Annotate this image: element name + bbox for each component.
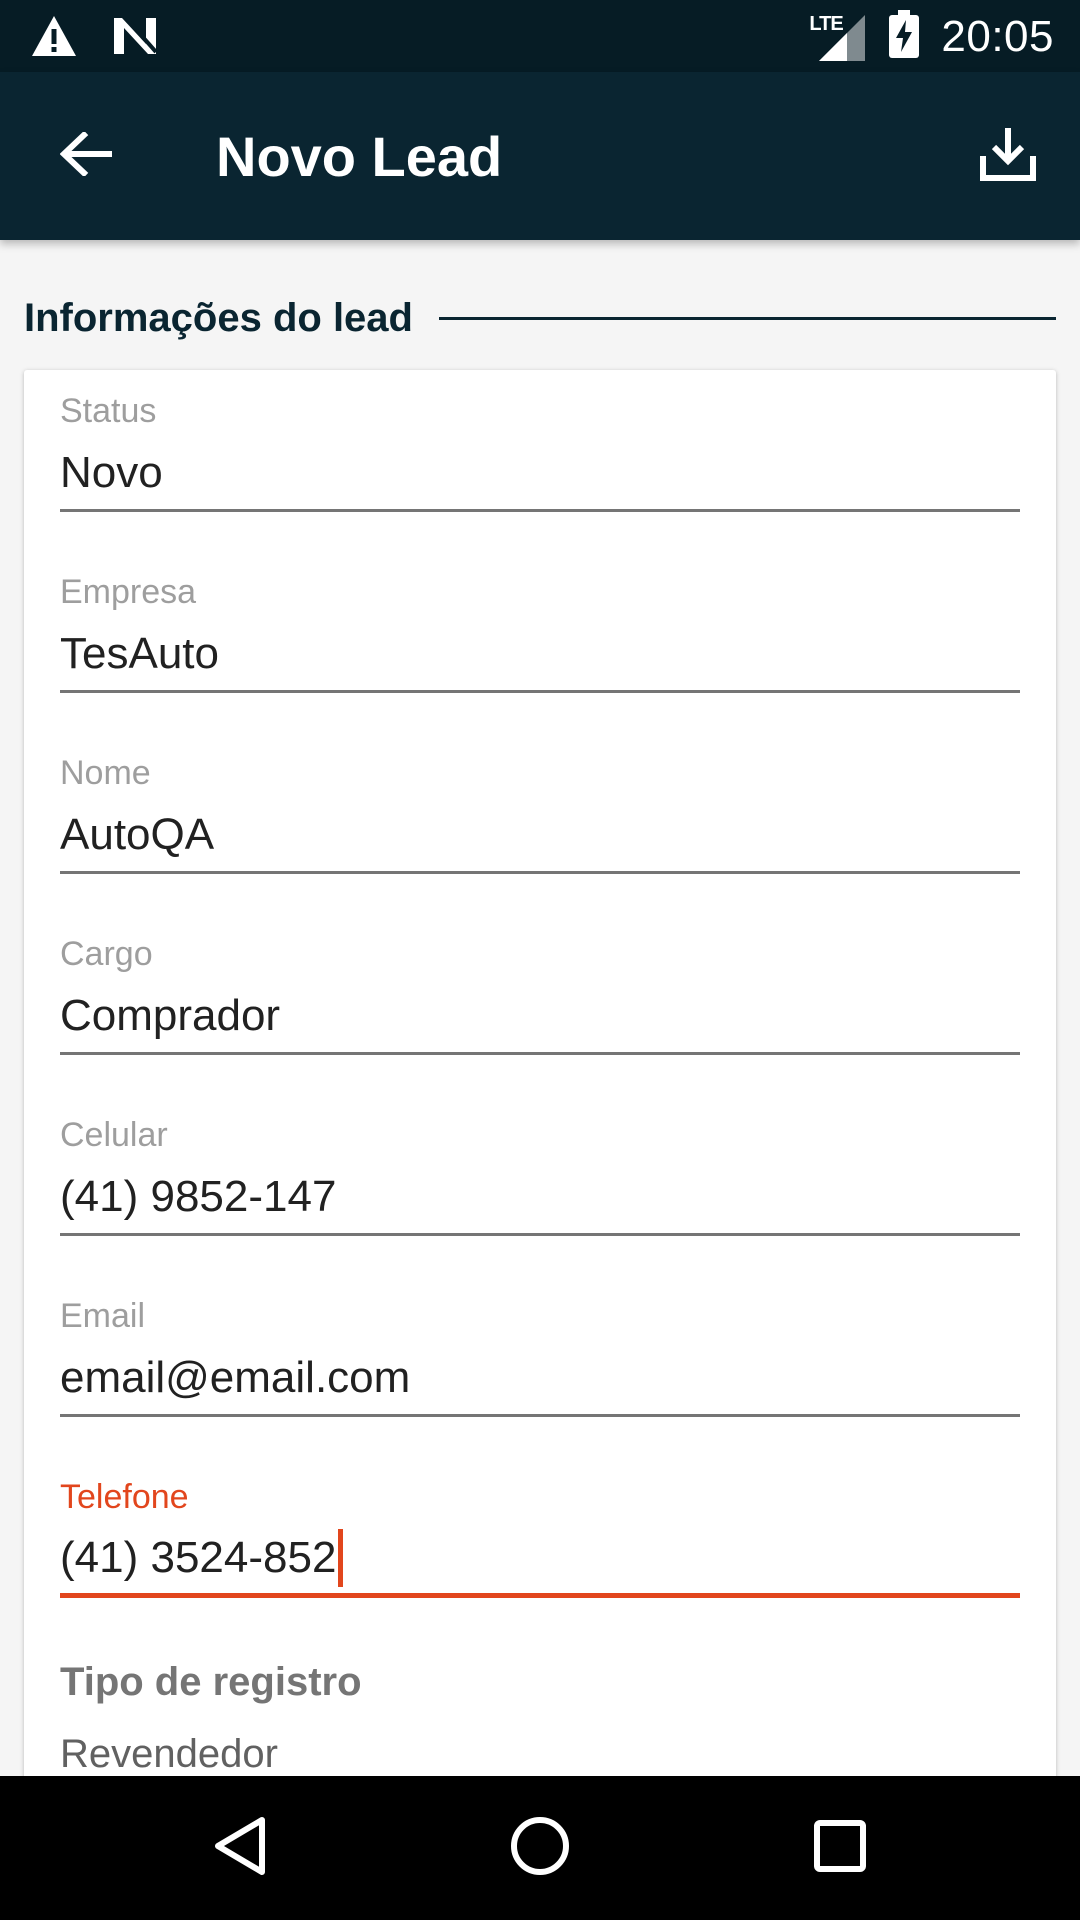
field-label: Nome [60, 754, 151, 792]
field-label: Celular [60, 1116, 168, 1154]
field-label: Cargo [60, 935, 153, 973]
arrow-left-icon [59, 130, 113, 181]
phone-input-text: (41) 3524-852 [60, 1532, 337, 1582]
name-field[interactable]: Nome AutoQA [60, 754, 1020, 874]
status-field[interactable]: Status Novo [60, 392, 1020, 512]
record-type-value[interactable]: Revendedor [60, 1732, 278, 1777]
save-button[interactable] [972, 120, 1044, 192]
home-circle-icon [510, 1816, 570, 1881]
record-type-label: Tipo de registro [60, 1660, 362, 1704]
mobile-input[interactable]: (41) 9852-147 [60, 1160, 1020, 1236]
text-cursor [338, 1528, 344, 1587]
page-title: Novo Lead [216, 125, 503, 188]
field-label: Status [60, 392, 157, 430]
phone-field[interactable]: Telefone (41) 3524-852 [60, 1478, 1020, 1598]
job-title-input[interactable]: Comprador [60, 979, 1020, 1055]
nav-home-button[interactable] [504, 1812, 576, 1884]
nav-recents-button[interactable] [804, 1812, 876, 1884]
email-field[interactable]: Email email@email.com [60, 1297, 1020, 1417]
back-button[interactable] [52, 122, 120, 190]
field-label: Email [60, 1297, 146, 1335]
warning-icon [30, 14, 78, 63]
company-field[interactable]: Empresa TesAuto [60, 573, 1020, 693]
mobile-field[interactable]: Celular (41) 9852-147 [60, 1116, 1020, 1236]
name-input[interactable]: AutoQA [60, 798, 1020, 874]
nav-back-button[interactable] [204, 1812, 276, 1884]
section-header: Informações do lead [24, 290, 1056, 346]
section-divider [438, 316, 1056, 320]
company-input[interactable]: TesAuto [60, 617, 1020, 693]
status-input[interactable]: Novo [60, 436, 1020, 512]
status-right: LTE 20:05 [809, 10, 1054, 63]
download-icon [979, 126, 1037, 187]
email-input[interactable]: email@email.com [60, 1341, 1020, 1417]
app-bar: Novo Lead [0, 72, 1080, 240]
section-title: Informações do lead [24, 295, 413, 340]
recents-square-icon [813, 1819, 867, 1878]
lte-signal-icon: LTE [809, 11, 867, 63]
field-label: Telefone [60, 1478, 189, 1516]
n-notification-icon [112, 16, 158, 61]
field-label: Empresa [60, 573, 197, 611]
clock: 20:05 [941, 11, 1054, 61]
job-title-field[interactable]: Cargo Comprador [60, 935, 1020, 1055]
navigation-bar [0, 1776, 1080, 1920]
phone-input[interactable]: (41) 3524-852 [60, 1522, 1020, 1598]
status-left [30, 14, 158, 63]
status-bar: LTE 20:05 [0, 0, 1080, 72]
back-triangle-icon [212, 1816, 268, 1881]
lead-info-card: Status Novo Empresa TesAuto Nome AutoQA … [24, 370, 1056, 1780]
battery-charging-icon [889, 10, 920, 63]
network-type-label: LTE [809, 12, 843, 35]
